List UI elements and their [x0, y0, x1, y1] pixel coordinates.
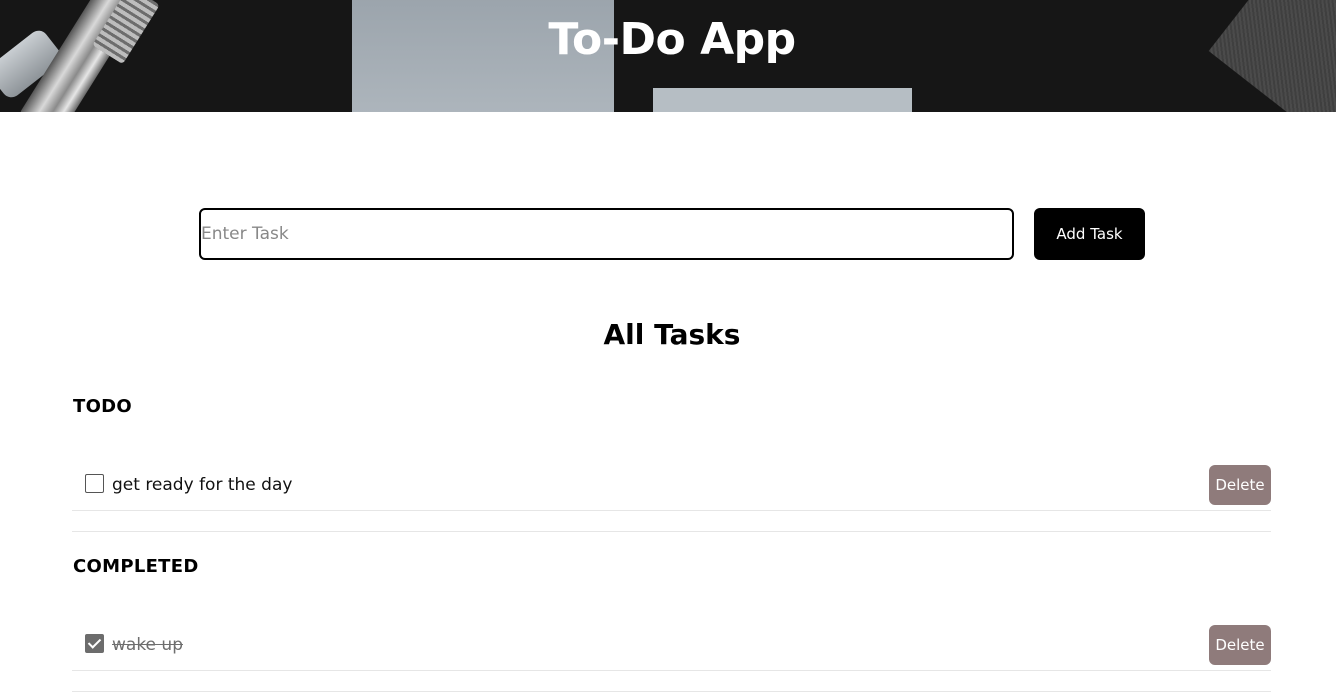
add-task-button[interactable]: Add Task — [1034, 208, 1145, 260]
delete-task-button[interactable]: Delete — [1209, 465, 1271, 505]
task-label: get ready for the day — [112, 475, 293, 495]
banner-paper-image — [653, 88, 912, 112]
task-input[interactable] — [199, 208, 1014, 260]
delete-task-button[interactable]: Delete — [1209, 625, 1271, 665]
task-label: wake up — [112, 635, 183, 655]
todo-section-title: TODO — [73, 396, 133, 417]
todo-task-row: get ready for the day Delete — [72, 465, 1271, 511]
completed-section-title: COMPLETED — [73, 556, 199, 577]
app-title: To-Do App — [548, 14, 796, 65]
all-tasks-heading: All Tasks — [603, 318, 741, 351]
completed-task-row: wake up Delete — [72, 625, 1271, 671]
add-task-form: Add Task — [199, 208, 1145, 260]
task-checkbox[interactable] — [85, 474, 104, 493]
header-banner: To-Do App — [0, 0, 1336, 112]
section-divider — [72, 531, 1271, 532]
task-checkbox-checked[interactable] — [85, 634, 104, 653]
